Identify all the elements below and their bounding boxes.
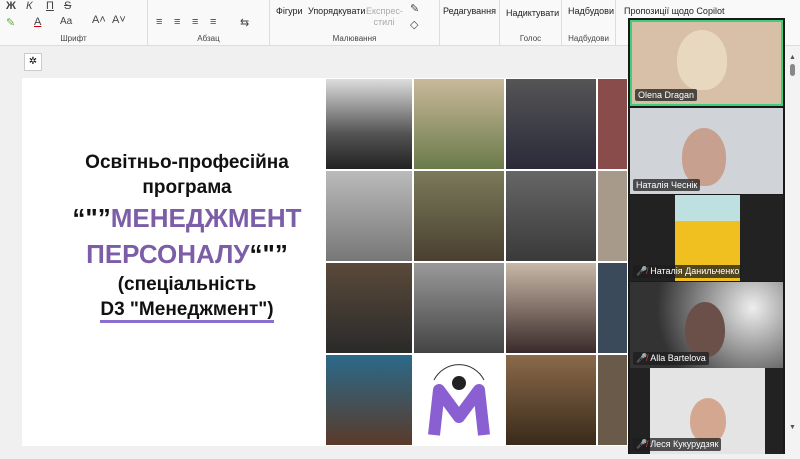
photo <box>325 262 413 354</box>
paragraph-group: ≡ ≡ ≡ ≡ ⇆ Абзац <box>148 0 270 46</box>
logo <box>413 354 505 446</box>
video-gallery: Olena Dragan Наталія Чеснік 🎤̸ Наталія Да… <box>628 18 785 454</box>
participant-video <box>685 302 725 357</box>
slide-title-2: ПЕРСОНАЛУ <box>86 239 250 269</box>
photo <box>505 262 597 354</box>
quote-open: " <box>72 203 110 233</box>
vertical-scrollbar[interactable]: ▲ ▼ <box>785 46 800 459</box>
font-group: Ж К П S ✎ A Aa A˄ A˅ Шрифт <box>0 0 148 46</box>
photo <box>597 354 628 446</box>
drawing-group-label: Малювання <box>332 34 377 43</box>
editing-button[interactable]: Редагування <box>443 6 496 16</box>
scrollbar-thumb[interactable] <box>790 64 795 76</box>
bold-button[interactable]: Ж <box>6 0 16 12</box>
participant-tile[interactable]: Olena Dragan <box>630 20 783 106</box>
copilot-button[interactable]: Пропозиції щодо Copilot <box>624 6 724 16</box>
participant-name: 🎤̸ Alla Bartelova <box>633 352 709 365</box>
paragraph-group-label: Абзац <box>197 34 220 43</box>
strikethrough-button[interactable]: S <box>64 0 71 12</box>
photo <box>505 354 597 446</box>
muted-mic-icon: 🎤̸ <box>636 266 648 276</box>
scroll-down-icon[interactable]: ▼ <box>789 424 796 431</box>
slide-line-4: D3 "Менеджмент") <box>100 299 274 323</box>
participant-video <box>677 30 727 90</box>
slide-title-block: Освітньо-професійна програма " МЕНЕДЖМЕНТ… <box>52 150 322 323</box>
participant-name: 🎤̸ Леся Кукурудзяк <box>633 438 722 451</box>
grow-font-icon[interactable]: A˄ <box>92 14 106 26</box>
underline-button[interactable]: П <box>46 0 54 12</box>
align-center-icon[interactable]: ≡ <box>174 16 180 28</box>
participant-name: Наталія Чеснік <box>633 179 701 191</box>
photo <box>325 354 413 446</box>
font-color-icon[interactable]: A <box>34 16 41 28</box>
photo <box>325 78 413 170</box>
participant-video <box>682 128 726 186</box>
magic-wand-icon[interactable]: ✲ <box>24 53 42 71</box>
change-case-button[interactable]: Aa <box>60 16 72 27</box>
font-group-label: Шрифт <box>60 34 87 43</box>
addins-group: Надбудови Надбудови <box>562 0 616 46</box>
participant-tile[interactable]: Наталія Чеснік <box>630 108 783 194</box>
italic-button[interactable]: К <box>26 0 32 12</box>
slide-title-1: МЕНЕДЖМЕНТ <box>110 203 302 233</box>
program-logo-icon <box>428 364 490 436</box>
participant-face <box>690 398 726 443</box>
photo <box>325 170 413 262</box>
voice-group-label: Голос <box>519 34 542 43</box>
text-direction-icon[interactable]: ⇆ <box>240 16 249 29</box>
shrink-font-icon[interactable]: A˅ <box>112 14 126 26</box>
justify-icon[interactable]: ≡ <box>210 16 216 28</box>
photo <box>597 170 628 262</box>
arrange-button[interactable]: Упорядкувати <box>308 6 365 16</box>
photo <box>597 262 628 354</box>
eraser-icon[interactable]: ◇ <box>410 18 418 31</box>
participant-tile[interactable]: 🎤̸ Леся Кукурудзяк <box>630 368 783 454</box>
slide-line-2: програма <box>142 177 232 198</box>
participant-tile[interactable]: 🎤̸ Наталія Данильченко <box>630 195 783 281</box>
muted-mic-icon: 🎤̸ <box>636 353 648 363</box>
participant-name: 🎤̸ Наталія Данильченко <box>633 265 743 278</box>
photo <box>413 78 505 170</box>
slide-line-3: (спеціальність <box>117 274 257 295</box>
photo <box>413 170 505 262</box>
voice-group: Надиктувати Голос <box>500 0 562 46</box>
align-right-icon[interactable]: ≡ <box>192 16 198 28</box>
highlight-icon[interactable]: ✎ <box>6 16 15 29</box>
photo <box>505 170 597 262</box>
photo <box>597 78 628 170</box>
addins-button[interactable]: Надбудови <box>568 6 614 16</box>
scroll-up-icon[interactable]: ▲ <box>789 54 796 61</box>
muted-mic-icon: 🎤̸ <box>636 439 648 449</box>
shapes-button[interactable]: Фігури <box>276 6 303 16</box>
slide: Освітньо-професійна програма " МЕНЕДЖМЕНТ… <box>22 78 628 446</box>
participant-tile[interactable]: 🎤̸ Alla Bartelova <box>630 282 783 368</box>
photo <box>505 78 597 170</box>
quick-styles-button[interactable]: Експрес-стилі <box>366 6 403 28</box>
shape-outline-icon[interactable]: ✎ <box>410 2 419 15</box>
photo-collage <box>325 78 628 446</box>
addins-group-label: Надбудови <box>568 34 609 43</box>
participant-name: Olena Dragan <box>635 89 698 101</box>
slide-line-1: Освітньо-професійна <box>85 152 289 173</box>
drawing-group: Фігури Упорядкувати Експрес-стилі ✎ ◇ Ма… <box>270 0 440 46</box>
align-left-icon[interactable]: ≡ <box>156 16 162 28</box>
dictate-button[interactable]: Надиктувати <box>506 8 559 18</box>
quote-close: " <box>250 239 288 269</box>
editing-group: Редагування <box>440 0 500 46</box>
photo <box>413 262 505 354</box>
